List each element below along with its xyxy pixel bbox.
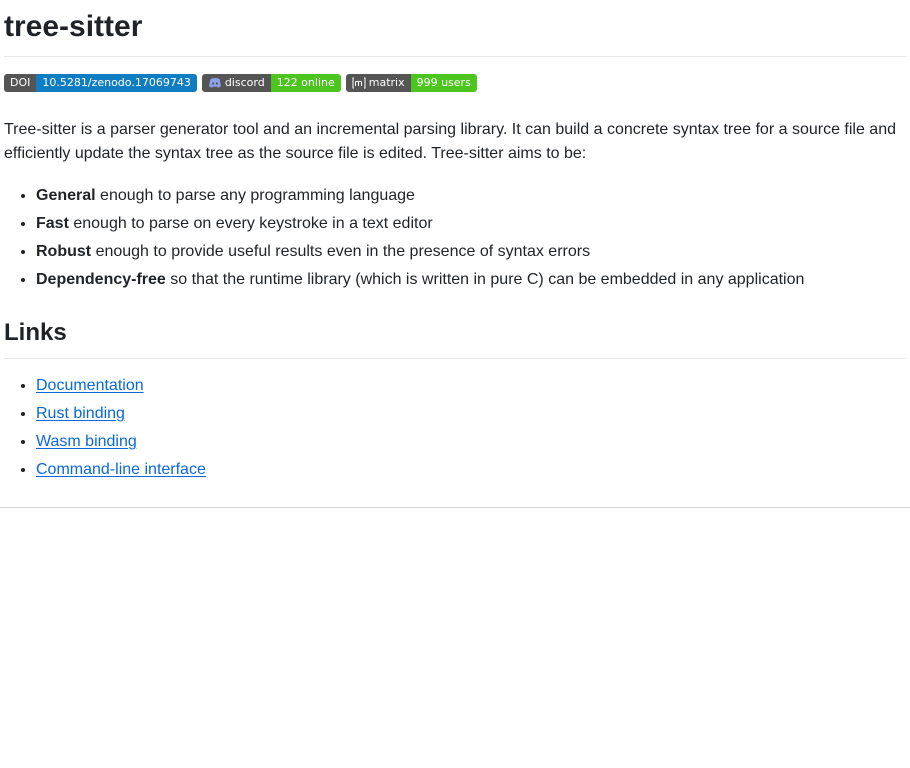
list-item: Rust binding (36, 400, 906, 428)
discord-badge[interactable]: discord 122 online (201, 74, 341, 92)
wasm-binding-link[interactable]: Wasm binding (36, 433, 137, 450)
cli-link[interactable]: Command-line interface (36, 461, 206, 478)
feature-term: Fast (36, 215, 69, 232)
matrix-badge[interactable]: matrix 999 users (345, 74, 477, 92)
list-item: Command-line interface (36, 456, 906, 484)
footer-divider (0, 507, 910, 508)
discord-badge-label: discord (224, 76, 265, 89)
feature-desc: so that the runtime library (which is wr… (170, 271, 805, 288)
feature-term: Robust (36, 243, 92, 260)
feature-desc: enough to provide useful results even in… (95, 243, 591, 260)
documentation-link[interactable]: Documentation (36, 377, 144, 394)
doi-badge-value: 10.5281/zenodo.17069743 (36, 74, 197, 92)
page-title: tree-sitter (4, 0, 906, 57)
matrix-badge-value: 999 users (410, 74, 477, 92)
doi-badge[interactable]: DOI 10.5281/zenodo.17069743 (4, 74, 197, 92)
links-list: Documentation Rust binding Wasm binding … (4, 372, 906, 484)
feature-desc: enough to parse any programming language (100, 187, 415, 204)
list-item: Wasm binding (36, 428, 906, 456)
matrix-badge-label: matrix (368, 76, 405, 89)
list-item: Robust enough to provide useful results … (36, 238, 906, 266)
badge-row: DOI 10.5281/zenodo.17069743 discord 122 … (4, 74, 906, 94)
list-item: Documentation (36, 372, 906, 400)
links-heading: Links (4, 318, 906, 359)
list-item: General enough to parse any programming … (36, 182, 906, 210)
rust-binding-link[interactable]: Rust binding (36, 405, 125, 422)
discord-badge-value: 122 online (270, 74, 341, 92)
feature-term: Dependency-free (36, 271, 166, 288)
readme-content: tree-sitter DOI 10.5281/zenodo.17069743 … (0, 0, 910, 484)
matrix-icon (352, 77, 366, 89)
intro-paragraph: Tree-sitter is a parser generator tool a… (4, 121, 896, 162)
list-item: Fast enough to parse on every keystroke … (36, 210, 906, 238)
list-item: Dependency-free so that the runtime libr… (36, 266, 906, 294)
discord-icon (208, 78, 221, 88)
feature-term: General (36, 187, 96, 204)
doi-badge-label: DOI (4, 74, 37, 92)
feature-list: General enough to parse any programming … (4, 182, 906, 294)
feature-desc: enough to parse on every keystroke in a … (73, 215, 433, 232)
